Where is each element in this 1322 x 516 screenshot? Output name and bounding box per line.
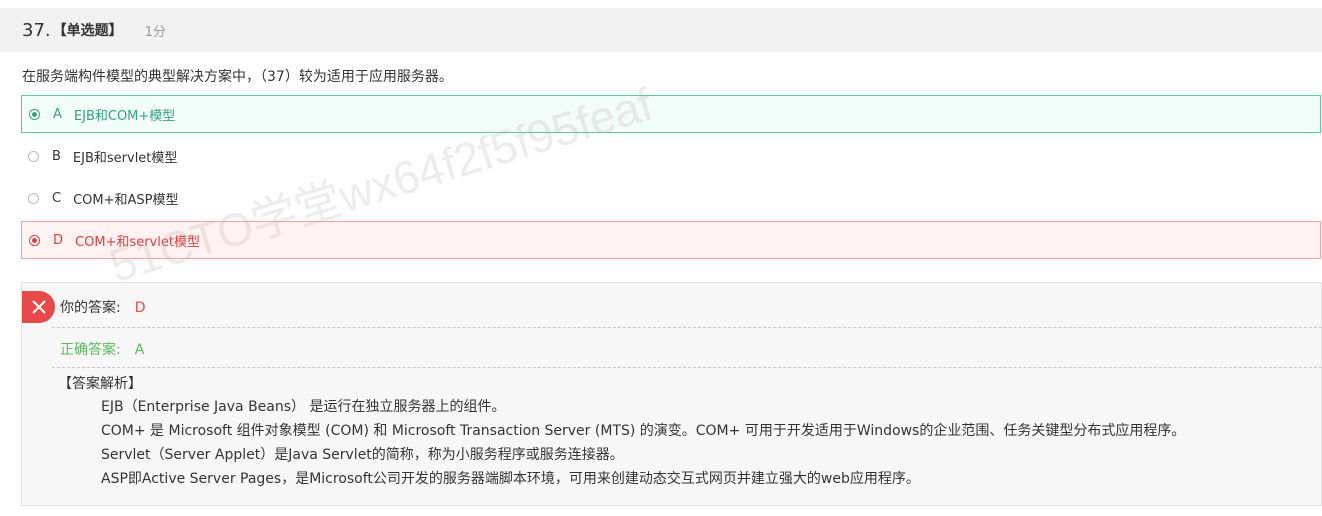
analysis-line: COM+ 是 Microsoft 组件对象模型 (COM) 和 Microsof… [101,423,1186,439]
your-answer-value: D [134,300,146,316]
radio-icon[interactable] [28,192,39,204]
correct-answer-value: A [134,342,145,358]
option-text: EJB和COM+模型 [73,108,176,124]
option-text: COM+和servlet模型 [75,234,200,250]
analysis-line: ASP即Active Server Pages，是Microsoft公司开发的服… [101,471,920,487]
option-letter: D [53,232,64,248]
analysis-line: EJB（Enterprise Java Beans） 是运行在独立服务器上的组件… [101,399,506,415]
analysis-body: EJB（Enterprise Java Beans） 是运行在独立服务器上的组件… [101,395,1185,491]
divider [52,327,1322,328]
option-d[interactable]: D COM+和servlet模型 [21,221,1321,259]
correct-answer-row: 正确答案: A [22,339,1322,359]
option-text: COM+和ASP模型 [73,192,179,208]
question-type: 【单选题】 [52,23,123,39]
analysis-title: 【答案解析】 [58,376,142,392]
radio-icon[interactable] [29,234,40,246]
question-stem: 在服务端构件模型的典型解决方案中，（37）较为适用于应用服务器。 [22,69,453,85]
question-header: 37. 【单选题】 1分 [0,8,1322,52]
question-number: 37. [22,19,51,41]
radio-icon[interactable] [29,108,40,120]
option-letter: B [52,148,61,164]
correct-answer-label: 正确答案: [60,342,121,358]
option-text: EJB和servlet模型 [72,150,178,166]
analysis-line: Servlet（Server Applet）是Java Servlet的简称，称… [101,447,624,463]
divider [52,367,1322,368]
answer-panel: 你的答案: D 正确答案: A 【答案解析】 EJB（Enterprise Java… [21,282,1322,506]
option-a[interactable]: A EJB和COM+模型 [21,95,1321,133]
question-score: 1分 [144,24,166,40]
option-letter: A [53,106,62,122]
your-answer-label: 你的答案: [60,300,121,316]
option-letter: C [52,190,62,206]
option-b[interactable]: B EJB和servlet模型 [21,137,1321,175]
your-answer-row: 你的答案: D [22,297,1322,317]
radio-icon[interactable] [28,150,39,162]
option-c[interactable]: C COM+和ASP模型 [21,179,1321,217]
